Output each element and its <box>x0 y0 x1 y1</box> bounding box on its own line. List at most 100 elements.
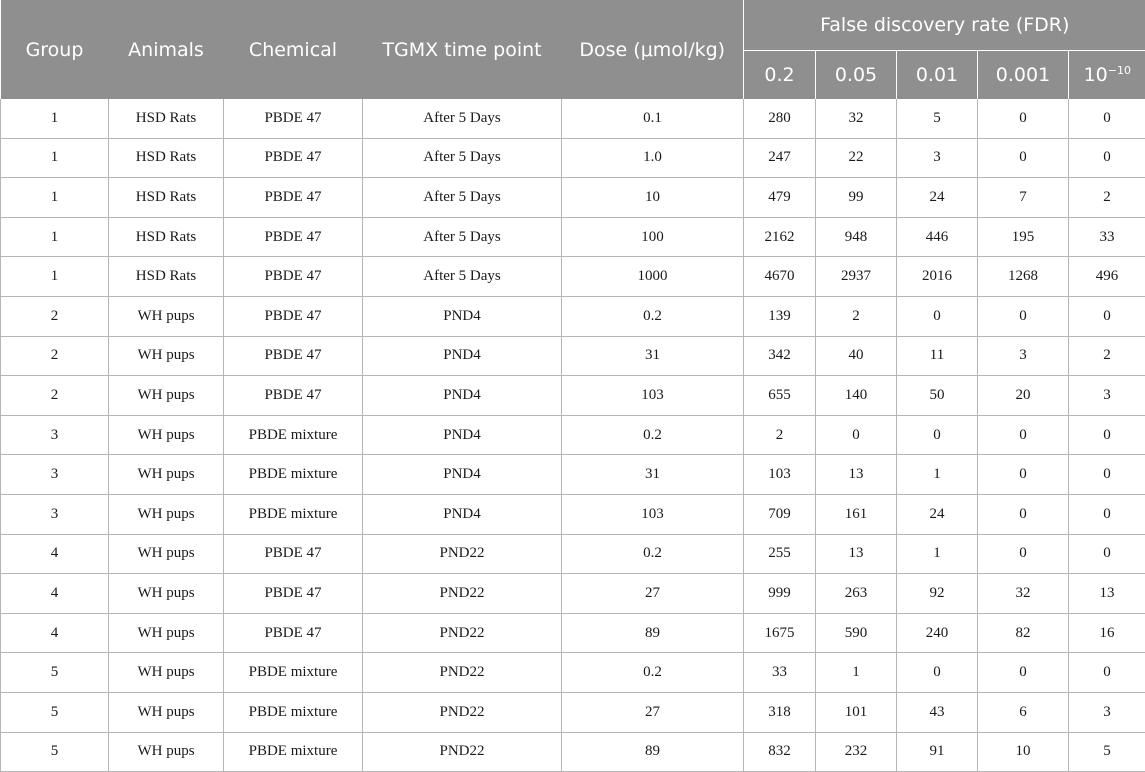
cell-fdr-1e-10: 496 <box>1068 256 1145 297</box>
cell-fdr-0-05: 140 <box>815 375 897 416</box>
cell-chemical: PBDE 47 <box>223 99 363 139</box>
cell-fdr-1e-10: 2 <box>1068 177 1145 218</box>
table-row: 1 HSD Rats PBDE 47 After 5 Days 100 2162 948 44… <box>0 217 1145 258</box>
cell-animals: WH pups <box>108 534 224 575</box>
cell-fdr-1e-10: 33 <box>1068 217 1145 258</box>
cell-dose: 103 <box>561 494 744 535</box>
cell-fdr-0-001: 82 <box>977 613 1069 654</box>
cell-fdr-0-05: 0 <box>815 415 897 456</box>
cell-animals: WH pups <box>108 652 224 693</box>
cell-group: 1 <box>0 177 109 218</box>
cell-fdr-0-01: 240 <box>896 613 978 654</box>
table-row: 2 WH pups PBDE 47 PND4 31 342 40 11 3 2 <box>0 336 1145 377</box>
cell-fdr-1e-10: 0 <box>1068 415 1145 456</box>
cell-fdr-0-01: 1 <box>896 454 978 495</box>
cell-chemical: PBDE 47 <box>223 256 363 297</box>
cell-fdr-1e-10: 3 <box>1068 692 1145 733</box>
header-fdr-0-01: 0.01 <box>896 50 978 99</box>
cell-time-point: PND4 <box>362 454 562 495</box>
cell-fdr-0-01: 24 <box>896 494 978 535</box>
cell-fdr-1e-10: 0 <box>1068 138 1145 179</box>
cell-time-point: PND22 <box>362 692 562 733</box>
cell-dose: 100 <box>561 217 744 258</box>
cell-fdr-0-01: 0 <box>896 296 978 337</box>
header-fdr-1e-10-exponent: −10 <box>1107 64 1131 77</box>
cell-fdr-0-001: 195 <box>977 217 1069 258</box>
cell-fdr-0-2: 103 <box>743 454 816 495</box>
header-time-point: TGMX time point <box>362 0 562 99</box>
cell-fdr-0-05: 13 <box>815 454 897 495</box>
cell-animals: WH pups <box>108 494 224 535</box>
cell-group: 2 <box>0 375 109 416</box>
cell-dose: 0.2 <box>561 534 744 575</box>
cell-dose: 27 <box>561 573 744 614</box>
cell-group: 4 <box>0 534 109 575</box>
table-row: 5 WH pups PBDE mixture PND22 27 318 101 43 6 3 <box>0 692 1145 733</box>
cell-fdr-0-2: 255 <box>743 534 816 575</box>
cell-time-point: PND4 <box>362 375 562 416</box>
cell-fdr-0-05: 32 <box>815 99 897 139</box>
cell-fdr-0-01: 92 <box>896 573 978 614</box>
cell-time-point: PND4 <box>362 296 562 337</box>
table-row: 3 WH pups PBDE mixture PND4 31 103 13 1 0 0 <box>0 454 1145 495</box>
cell-group: 2 <box>0 296 109 337</box>
cell-time-point: PND22 <box>362 534 562 575</box>
cell-fdr-0-01: 3 <box>896 138 978 179</box>
cell-time-point: PND22 <box>362 732 562 772</box>
cell-fdr-0-2: 342 <box>743 336 816 377</box>
cell-time-point: After 5 Days <box>362 177 562 218</box>
cell-chemical: PBDE 47 <box>223 573 363 614</box>
cell-group: 4 <box>0 573 109 614</box>
table-row: 5 WH pups PBDE mixture PND22 0.2 33 1 0 0 0 <box>0 652 1145 693</box>
cell-chemical: PBDE 47 <box>223 217 363 258</box>
cell-fdr-0-001: 0 <box>977 138 1069 179</box>
cell-animals: WH pups <box>108 613 224 654</box>
cell-fdr-0-05: 99 <box>815 177 897 218</box>
cell-fdr-0-2: 4670 <box>743 256 816 297</box>
cell-chemical: PBDE mixture <box>223 415 363 456</box>
cell-group: 5 <box>0 652 109 693</box>
cell-chemical: PBDE mixture <box>223 454 363 495</box>
cell-time-point: PND22 <box>362 613 562 654</box>
cell-time-point: PND4 <box>362 494 562 535</box>
table-row: 1 HSD Rats PBDE 47 After 5 Days 1.0 247 22 3 0 0 <box>0 138 1145 179</box>
cell-fdr-0-001: 0 <box>977 652 1069 693</box>
cell-chemical: PBDE mixture <box>223 652 363 693</box>
cell-group: 1 <box>0 138 109 179</box>
cell-fdr-1e-10: 0 <box>1068 494 1145 535</box>
cell-chemical: PBDE 47 <box>223 613 363 654</box>
cell-dose: 1.0 <box>561 138 744 179</box>
cell-group: 1 <box>0 99 109 139</box>
table-row: 4 WH pups PBDE 47 PND22 89 1675 590 240 82 16 <box>0 613 1145 654</box>
table-row: 1 HSD Rats PBDE 47 After 5 Days 10 479 99 24 7 2 <box>0 177 1145 218</box>
cell-fdr-0-05: 2 <box>815 296 897 337</box>
table-row: 2 WH pups PBDE 47 PND4 0.2 139 2 0 0 0 <box>0 296 1145 337</box>
cell-chemical: PBDE mixture <box>223 692 363 733</box>
cell-fdr-0-01: 446 <box>896 217 978 258</box>
cell-time-point: After 5 Days <box>362 138 562 179</box>
cell-fdr-1e-10: 0 <box>1068 454 1145 495</box>
cell-fdr-0-001: 6 <box>977 692 1069 733</box>
cell-fdr-0-001: 7 <box>977 177 1069 218</box>
cell-animals: HSD Rats <box>108 99 224 139</box>
cell-chemical: PBDE mixture <box>223 732 363 772</box>
cell-fdr-0-2: 33 <box>743 652 816 693</box>
cell-animals: WH pups <box>108 454 224 495</box>
cell-fdr-0-05: 161 <box>815 494 897 535</box>
header-group: Group <box>0 0 109 99</box>
cell-fdr-0-2: 247 <box>743 138 816 179</box>
cell-fdr-1e-10: 0 <box>1068 296 1145 337</box>
cell-fdr-0-2: 280 <box>743 99 816 139</box>
cell-fdr-0-05: 2937 <box>815 256 897 297</box>
table-row: 4 WH pups PBDE 47 PND22 0.2 255 13 1 0 0 <box>0 534 1145 575</box>
cell-fdr-1e-10: 0 <box>1068 99 1145 139</box>
cell-group: 3 <box>0 415 109 456</box>
header-chemical: Chemical <box>223 0 363 99</box>
cell-dose: 89 <box>561 613 744 654</box>
cell-fdr-0-2: 655 <box>743 375 816 416</box>
cell-time-point: PND4 <box>362 336 562 377</box>
cell-animals: HSD Rats <box>108 177 224 218</box>
header-fdr-1e-10-base: 10 <box>1083 64 1108 86</box>
cell-group: 3 <box>0 454 109 495</box>
cell-group: 4 <box>0 613 109 654</box>
